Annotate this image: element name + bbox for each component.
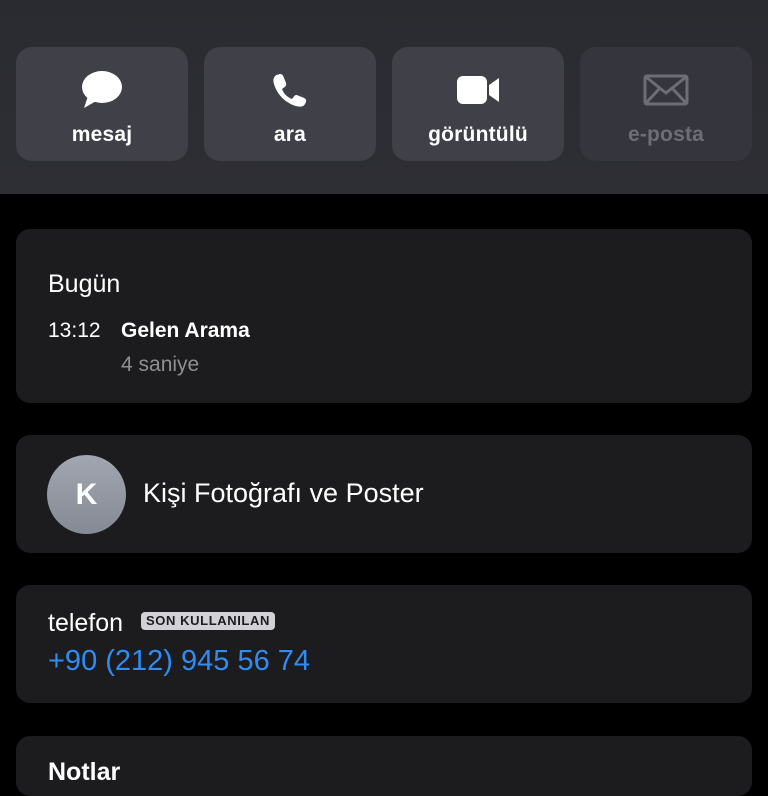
- message-button[interactable]: mesaj: [16, 47, 188, 161]
- message-button-label: mesaj: [71, 123, 133, 146]
- phone-field-label: telefon: [48, 609, 124, 637]
- call-button[interactable]: ara: [204, 47, 376, 161]
- phone-number-link[interactable]: +90 (212) 945 56 74: [48, 645, 310, 678]
- call-time: 13:12: [48, 319, 101, 342]
- notes-field[interactable]: Notlar: [16, 736, 752, 796]
- envelope-icon: [642, 69, 690, 111]
- message-bubble-icon: [78, 69, 126, 111]
- call-history-card: Bugün 13:12 Gelen Arama 4 saniye: [16, 229, 752, 403]
- video-camera-icon: [454, 69, 502, 111]
- call-type: Gelen Arama: [121, 319, 250, 342]
- contact-header: mesaj ara görüntülü e-posta: [0, 0, 768, 194]
- email-button[interactable]: e-posta: [580, 47, 752, 161]
- phone-icon: [266, 69, 314, 111]
- email-button-label: e-posta: [627, 123, 705, 146]
- call-history-day: Bugün: [48, 270, 121, 298]
- avatar: K: [47, 455, 126, 534]
- contact-photo-poster-row[interactable]: K Kişi Fotoğrafı ve Poster: [16, 435, 752, 553]
- call-duration: 4 saniye: [121, 353, 200, 376]
- phone-number-row[interactable]: telefon SON KULLANILAN +90 (212) 945 56 …: [16, 585, 752, 703]
- video-button-label: görüntülü: [428, 123, 528, 146]
- contact-photo-poster-label: Kişi Fotoğrafı ve Poster: [143, 478, 424, 508]
- call-button-label: ara: [273, 123, 307, 146]
- recently-used-badge: SON KULLANILAN: [141, 612, 275, 630]
- notes-label: Notlar: [48, 758, 121, 786]
- video-button[interactable]: görüntülü: [392, 47, 564, 161]
